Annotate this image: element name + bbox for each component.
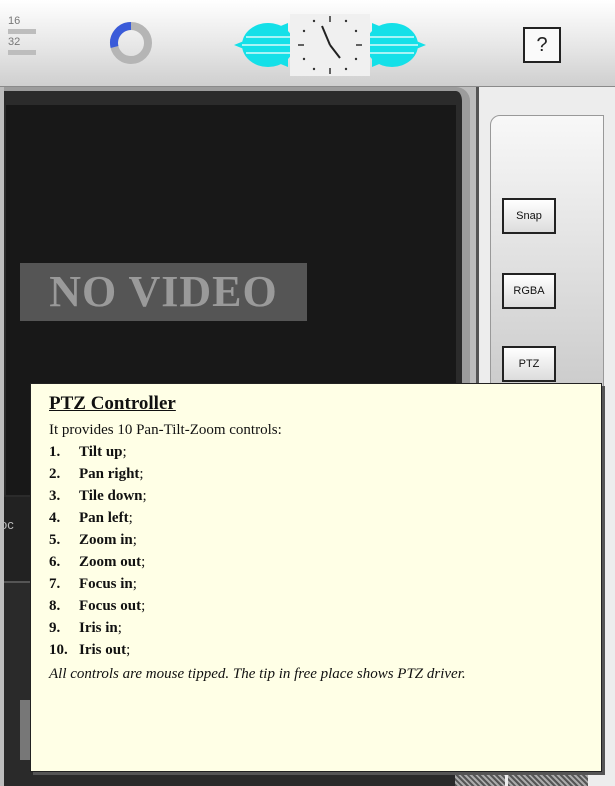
list-item: 7. Focus in; [49,576,137,592]
resolution-bottom-value: 32 [8,36,21,48]
tooltip-list: 1. Tilt up; 2. Pan right; 3. Tile down; 4. P… [49,441,601,661]
clock-icon[interactable] [230,14,430,76]
partial-label: oc [0,517,14,532]
lower-control[interactable] [20,700,30,760]
resolution-divider [8,29,36,34]
list-item: 3. Tile down; [49,488,147,504]
list-item: 5. Zoom in; [49,532,137,548]
snap-button[interactable]: Snap [502,198,556,234]
list-item: 9. Iris in; [49,620,122,636]
tooltip-intro: It provides 10 Pan-Tilt-Zoom controls: [49,422,282,438]
list-item: 8. Focus out; [49,598,146,614]
loading-spinner-icon [110,22,152,64]
pattern-strip-left [455,770,505,786]
help-button[interactable]: ? [523,27,561,63]
list-item: 6. Zoom out; [49,554,146,570]
list-item: 10. Iris out; [49,642,131,658]
list-item: 4. Pan left; [49,510,133,526]
list-item: 1. Tilt up; [49,444,127,460]
list-item: 2. Pan right; [49,466,144,482]
tooltip-note: All controls are mouse tipped. The tip i… [49,666,466,682]
resolution-top-value: 16 [8,15,21,27]
resolution-divider-bottom [8,50,36,55]
no-video-label: NO VIDEO [20,263,307,321]
pattern-strip-right [508,770,588,786]
top-toolbar: 16 32 ? [0,0,615,87]
tooltip-title: PTZ Controller [49,393,176,414]
ptz-button[interactable]: PTZ [502,346,556,382]
rgba-button[interactable]: RGBA [502,273,556,309]
ptz-tooltip: PTZ Controller It provides 10 Pan-Tilt-Z… [30,383,602,772]
resolution-indicator[interactable]: 16 32 [8,14,38,55]
